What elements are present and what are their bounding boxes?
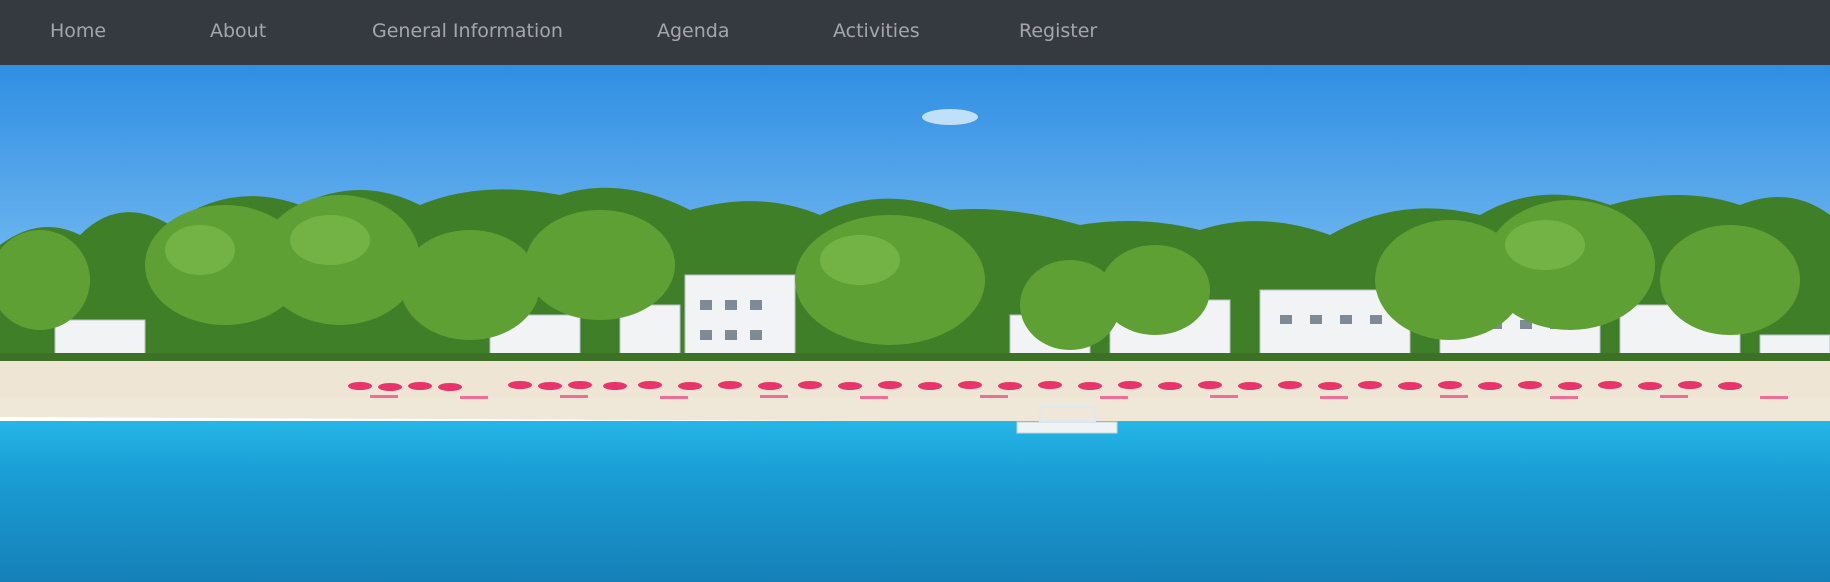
top-navbar: Home About General Information Agenda Ac… xyxy=(0,0,1830,65)
nav-home-link[interactable]: Home xyxy=(50,0,106,65)
beach-resort-illustration xyxy=(0,65,1830,582)
nav-general-info-link[interactable]: General Information xyxy=(372,0,563,65)
nav-agenda-link[interactable]: Agenda xyxy=(657,0,730,65)
nav-about-link[interactable]: About xyxy=(210,0,266,65)
cloud xyxy=(922,109,978,125)
hero-beach-image xyxy=(0,65,1830,582)
sea xyxy=(0,421,1830,582)
nav-activities-link[interactable]: Activities xyxy=(833,0,920,65)
sand-upper xyxy=(0,361,1830,397)
floating-dock xyxy=(1016,421,1118,434)
nav-register-link[interactable]: Register xyxy=(1019,0,1097,65)
